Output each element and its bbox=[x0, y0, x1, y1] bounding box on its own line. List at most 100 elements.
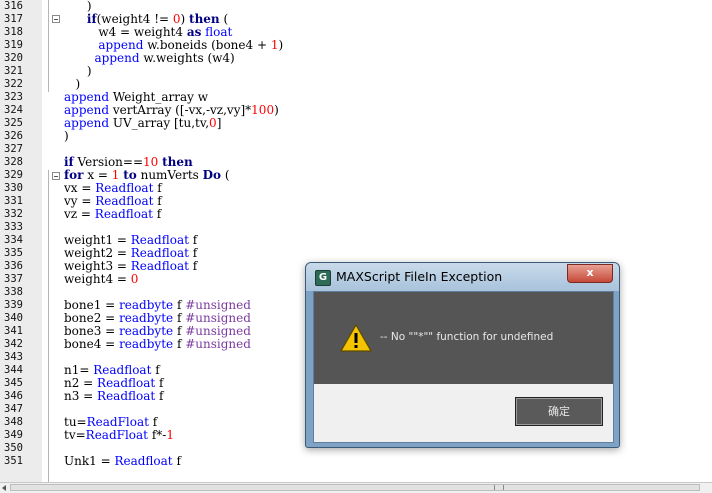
token: ( bbox=[219, 12, 229, 26]
line-number: 342 bbox=[4, 338, 23, 350]
line-number: 350 bbox=[4, 442, 23, 454]
dialog-titlebar[interactable]: G MAXScript FileIn Exception x bbox=[306, 263, 619, 291]
line-number: 348 bbox=[4, 416, 23, 428]
token: Version== bbox=[73, 155, 144, 169]
token: bone1 = bbox=[64, 298, 120, 312]
token: bone4 = bbox=[64, 337, 120, 351]
code-line: 332 vz = Readfloat f bbox=[0, 208, 712, 221]
token-kw: then bbox=[189, 12, 220, 26]
token: bone2 = bbox=[64, 311, 120, 325]
token-fn: Readfloat bbox=[97, 376, 156, 390]
horizontal-scrollbar[interactable] bbox=[0, 482, 712, 493]
token: f bbox=[155, 389, 164, 403]
token: ] bbox=[216, 116, 222, 130]
line-number: 330 bbox=[4, 182, 23, 194]
token: vz = bbox=[64, 207, 95, 221]
token-fn: readbyte bbox=[119, 337, 174, 351]
line-number: 346 bbox=[4, 390, 23, 402]
scrollbar-thumb[interactable] bbox=[10, 484, 700, 491]
token-fn: readbyte bbox=[119, 298, 174, 312]
token: bone3 = bbox=[64, 324, 120, 338]
token-kw: if bbox=[64, 155, 74, 169]
token: (weight4 != bbox=[96, 12, 173, 26]
button-area: 确定 bbox=[314, 384, 613, 442]
line-code[interactable]: n3 = Readfloat f bbox=[64, 390, 164, 403]
token: f bbox=[151, 363, 160, 377]
token-fn: append bbox=[64, 103, 110, 117]
line-code[interactable]: bone4 = readbyte f #unsigned bbox=[64, 338, 251, 351]
token-kw: if bbox=[86, 12, 97, 26]
token: f*- bbox=[148, 428, 167, 442]
token: f bbox=[173, 311, 186, 325]
token-num: 0 bbox=[130, 272, 139, 286]
exception-dialog: G MAXScript FileIn Exception x -- No ""*… bbox=[305, 262, 620, 448]
line-number: 349 bbox=[4, 429, 23, 441]
line-number: 351 bbox=[4, 455, 23, 467]
line-number: 326 bbox=[4, 130, 23, 142]
token-fn: Readfloat bbox=[93, 363, 152, 377]
token: tu= bbox=[64, 415, 87, 429]
line-number: 328 bbox=[4, 156, 23, 168]
token-fn: Readfloat bbox=[95, 194, 154, 208]
token-num: 100 bbox=[251, 103, 275, 117]
dialog-body: -- No ""*"" function for undefined 确定 bbox=[313, 291, 614, 443]
token: Weight_array w bbox=[109, 90, 209, 104]
code-line: 351 Unk1 = Readfloat f bbox=[0, 455, 712, 468]
token: w.boneids (bone4 + bbox=[143, 38, 271, 52]
token-fn: Readfloat bbox=[95, 181, 154, 195]
token-fn: readbyte bbox=[119, 324, 174, 338]
token-kw: for bbox=[64, 168, 84, 182]
ok-button[interactable]: 确定 bbox=[515, 397, 603, 426]
line-number: 343 bbox=[4, 351, 23, 363]
code-line: 325 append UV_array [tu,tv,0] bbox=[0, 117, 712, 130]
token-fn: Readfloat bbox=[130, 259, 189, 273]
line-number: 338 bbox=[4, 286, 23, 298]
line-number: 340 bbox=[4, 312, 23, 324]
token: tv= bbox=[64, 428, 86, 442]
scroll-left-icon[interactable] bbox=[2, 485, 6, 491]
token: numVerts bbox=[136, 168, 203, 182]
token: f bbox=[188, 246, 198, 260]
token: f bbox=[155, 376, 164, 390]
line-number: 341 bbox=[4, 325, 23, 337]
code-line: 326) bbox=[0, 130, 712, 143]
token: w.weights (w4) bbox=[139, 51, 235, 65]
line-code[interactable]: ) bbox=[64, 130, 69, 143]
token-fn: Readfloat bbox=[114, 454, 173, 468]
token: ) bbox=[64, 64, 92, 78]
line-number: 336 bbox=[4, 260, 23, 272]
token-fn: ReadFloat bbox=[85, 428, 148, 442]
token: n2 = bbox=[64, 376, 98, 390]
token: vx = bbox=[64, 181, 96, 195]
token-fn: Readfloat bbox=[97, 389, 156, 403]
code-line: 320 append w.weights (w4) bbox=[0, 52, 712, 65]
token-fn: Readfloat bbox=[130, 246, 189, 260]
token-kw: as bbox=[186, 25, 202, 39]
line-code[interactable]: tv=ReadFloat f*-1 bbox=[64, 429, 174, 442]
token: ( bbox=[221, 168, 230, 182]
token: ) bbox=[64, 77, 81, 91]
token: ) bbox=[274, 103, 279, 117]
token: ) bbox=[278, 38, 284, 52]
token: Unk1 = bbox=[64, 454, 115, 468]
line-code[interactable]: append UV_array [tu,tv,0] bbox=[64, 117, 221, 130]
token: f bbox=[153, 181, 162, 195]
token: w4 = weight4 bbox=[64, 25, 187, 39]
line-code[interactable]: Unk1 = Readfloat f bbox=[64, 455, 181, 468]
line-number: 347 bbox=[4, 403, 23, 415]
token-fn: Readfloat bbox=[130, 233, 189, 247]
token: ) bbox=[64, 129, 69, 143]
line-code[interactable]: vz = Readfloat f bbox=[64, 208, 161, 221]
line-code[interactable]: weight4 = 0 bbox=[64, 273, 138, 286]
token-fn: append bbox=[98, 38, 144, 52]
token: x = bbox=[83, 168, 112, 182]
line-number: 327 bbox=[4, 143, 23, 155]
token-num: 0 bbox=[209, 116, 217, 130]
token: vertArray ([-vx,-vz,vy]* bbox=[109, 103, 252, 117]
code-line: 321 ) bbox=[0, 65, 712, 78]
token: UV_array [tu,tv, bbox=[109, 116, 210, 130]
token-fn: Readfloat bbox=[94, 207, 153, 221]
warning-icon bbox=[340, 324, 372, 352]
close-button[interactable]: x bbox=[567, 264, 613, 283]
